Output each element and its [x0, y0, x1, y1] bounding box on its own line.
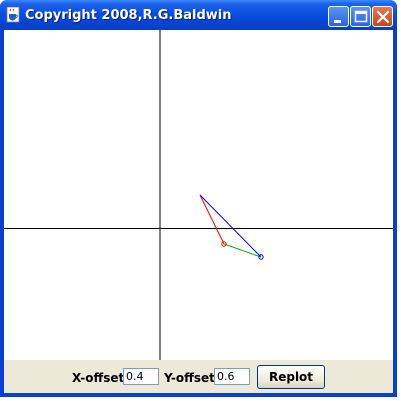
minimize-icon [334, 20, 341, 23]
minimize-button[interactable] [328, 6, 349, 27]
x-offset-label: X-offset [72, 371, 125, 385]
app-window: Copyright 2008,R.G.Baldwin X-offset 0.4 … [0, 0, 397, 397]
y-offset-label: Y-offset [164, 371, 215, 385]
window-title: Copyright 2008,R.G.Baldwin [25, 8, 232, 23]
close-button[interactable] [372, 6, 393, 27]
maximize-icon [354, 10, 368, 23]
blue-vector [199, 194, 262, 258]
replot-button[interactable]: Replot [257, 365, 325, 389]
close-icon [376, 10, 390, 24]
red-vector [199, 194, 225, 245]
plot-canvas [4, 30, 393, 360]
green-vector [223, 243, 262, 258]
maximize-button[interactable] [350, 6, 371, 27]
x-offset-field[interactable]: 0.4 [123, 368, 159, 385]
window-content: X-offset 0.4 Y-offset 0.6 Replot [4, 30, 393, 393]
title-bar[interactable]: Copyright 2008,R.G.Baldwin [0, 0, 397, 30]
java-coffee-cup-icon[interactable] [6, 6, 20, 23]
y-offset-field[interactable]: 0.6 [214, 368, 250, 385]
control-panel: X-offset 0.4 Y-offset 0.6 Replot [4, 360, 393, 393]
